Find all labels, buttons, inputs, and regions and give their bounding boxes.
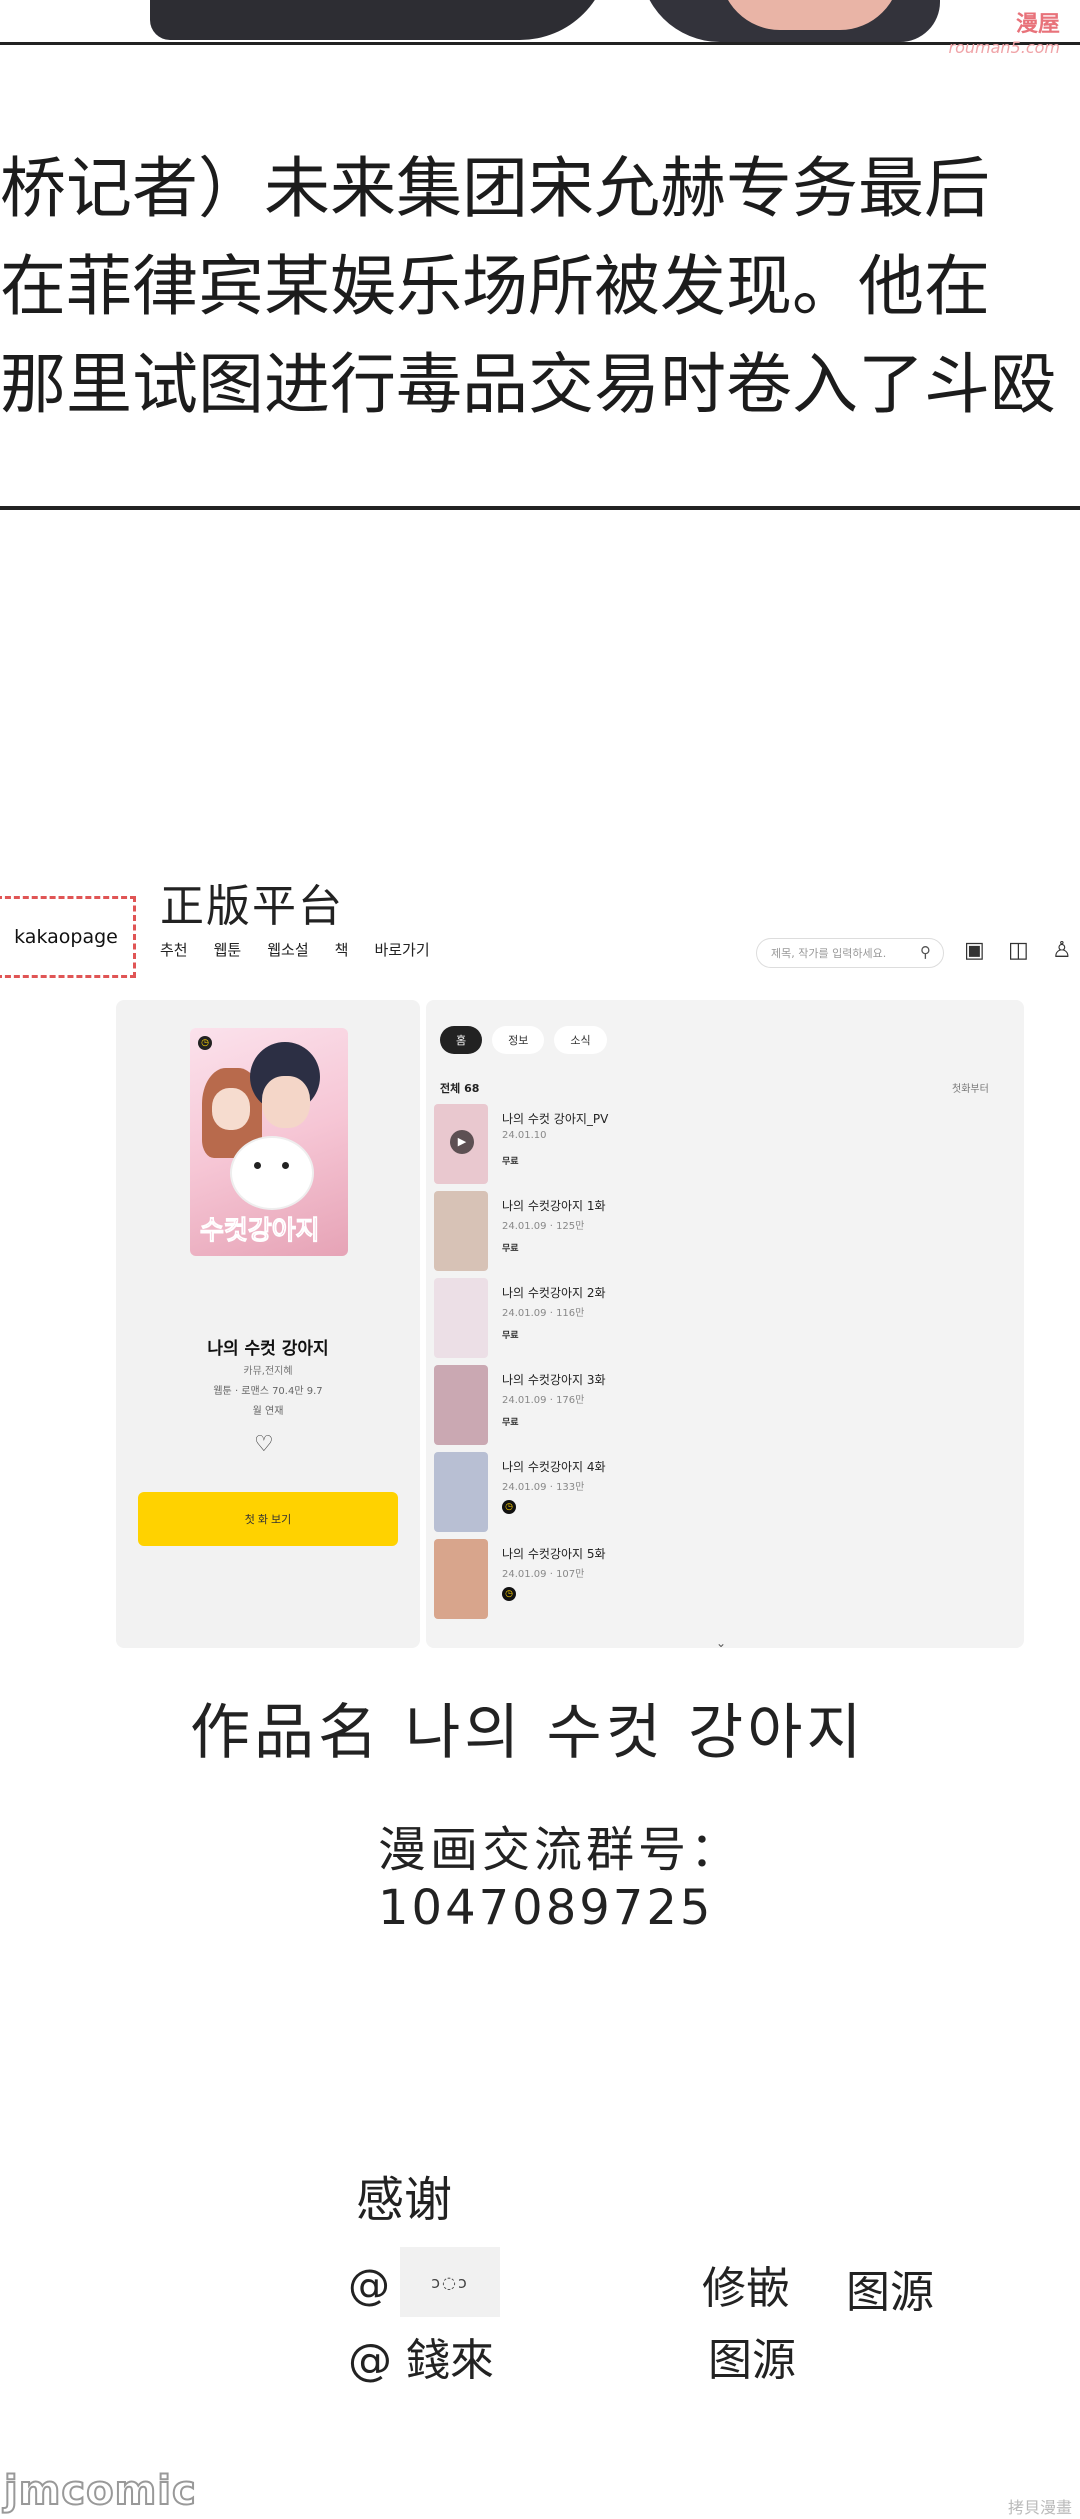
narration-line: 在菲律宾某娱乐场所被发现。他在 xyxy=(0,248,990,325)
group-label: 漫画交流群号： xyxy=(378,1822,743,1878)
heart-icon[interactable]: ♡ xyxy=(254,1432,274,1457)
group-number: 1047089725 xyxy=(378,1880,714,1936)
search-placeholder: 제목, 작가를 입력하세요. xyxy=(771,947,887,960)
search-input[interactable]: 제목, 작가를 입력하세요. ⚲ xyxy=(756,938,944,968)
episode-thumbnail xyxy=(434,1539,488,1619)
cover-title-art: 수컷강아지 xyxy=(200,1216,321,1247)
read-first-episode-button[interactable]: 첫 화 보기 xyxy=(138,1492,398,1546)
episode-tag: 무료 xyxy=(502,1244,519,1254)
tab-news[interactable]: 소식 xyxy=(554,1026,607,1054)
episode-date: 24.01.09 · 133만 xyxy=(502,1482,585,1493)
episode-tag: 무료 xyxy=(502,1418,519,1428)
episode-thumbnail xyxy=(434,1452,488,1532)
credit-name-image: ↄ◌ↄ xyxy=(400,2247,500,2317)
episode-total: 전체 68 xyxy=(440,1082,480,1095)
episode-row[interactable]: 나의 수컷강아지 1화 24.01.09 · 125만 무료 xyxy=(432,1191,1012,1278)
episode-name: 나의 수컷강아지 4화 xyxy=(502,1460,606,1474)
episode-name: 나의 수컷강아지 3화 xyxy=(502,1373,606,1387)
tab-home[interactable]: 홈 xyxy=(440,1026,483,1054)
episode-tag: 무료 xyxy=(502,1157,519,1167)
narration-text: 桥记者）未来集团宋允赫专务最后 在菲律宾某娱乐场所被发现。他在 那里试图进行毒品… xyxy=(0,140,1080,434)
credit-at: @ xyxy=(348,2260,390,2309)
work-author: 카뮤,전지혜 xyxy=(243,1366,293,1377)
episode-tabs: 홈 정보 소식 xyxy=(440,1026,607,1054)
thanks-heading: 感谢 xyxy=(356,2172,453,2228)
episode-row[interactable]: 나의 수컷강아지 4화 24.01.09 · 133만 ◷ xyxy=(432,1452,1012,1539)
episode-date: 24.01.09 · 107만 xyxy=(502,1569,585,1580)
wait-free-icon: ◷ xyxy=(198,1036,212,1050)
comic-panel-top xyxy=(0,0,1080,45)
nav-item-shortcut[interactable]: 바로가기 xyxy=(374,939,429,960)
episode-name: 나의 수컷강아지 5화 xyxy=(502,1547,606,1561)
episode-thumbnail xyxy=(434,1191,488,1271)
narration-line: 那里试图进行毒品交易时卷入了斗殴 xyxy=(0,346,1056,423)
platform-title: 正版平台 xyxy=(160,881,344,932)
cover-image[interactable]: ◷ 수컷강아지 xyxy=(190,1028,348,1256)
watermark-line1: 漫屋 xyxy=(1015,12,1060,37)
episode-row[interactable]: 나의 수컷강아지 2화 24.01.09 · 116만 무료 xyxy=(432,1278,1012,1365)
episode-date: 24.01.09 · 176만 xyxy=(502,1395,585,1406)
work-title: 나의 수컷 강아지 xyxy=(207,1339,329,1359)
credit-name: @ 錢來 xyxy=(348,2335,494,2386)
episode-list: 나의 수컷 강아지_PV 24.01.10 무료 나의 수컷강아지 1화 24.… xyxy=(432,1104,1012,1626)
episode-row[interactable]: 나의 수컷강아지 5화 24.01.09 · 107만 ◷ xyxy=(432,1539,1012,1626)
nav-item-webnovel[interactable]: 웹소설 xyxy=(267,939,308,960)
watermark-line2: rouman5.com xyxy=(948,38,1060,57)
jmcomic-logo: jmcomic xyxy=(3,2467,197,2515)
episode-date: 24.01.09 · 125만 xyxy=(502,1221,585,1232)
footer-watermark: 拷貝漫畫 xyxy=(1007,2498,1072,2517)
episode-tag: 무료 xyxy=(502,1331,519,1341)
logo-text: kakaopage xyxy=(14,926,118,948)
box-icon[interactable]: ▣ xyxy=(964,938,985,963)
work-name-label: 作品名 나의 수컷 강아지 xyxy=(190,1698,866,1768)
wait-free-icon: ◷ xyxy=(502,1587,516,1601)
nav-item-recommend[interactable]: 추천 xyxy=(160,939,188,960)
book-icon[interactable]: ◫ xyxy=(1008,938,1029,963)
kakaopage-logo[interactable]: kakaopage xyxy=(0,896,136,978)
chevron-down-icon[interactable]: ⌄ xyxy=(716,1636,726,1650)
user-icon[interactable]: ♙ xyxy=(1052,938,1072,963)
work-meta: 웹툰 · 로맨스 70.4만 9.7 xyxy=(213,1386,323,1397)
episode-name: 나의 수컷강아지 2화 xyxy=(502,1286,606,1300)
episode-row[interactable]: 나의 수컷 강아지_PV 24.01.10 무료 xyxy=(432,1104,1012,1191)
sort-toggle[interactable]: 첫화부터 xyxy=(952,1080,989,1095)
search-icon[interactable]: ⚲ xyxy=(920,943,931,961)
episode-date: 24.01.10 xyxy=(502,1130,547,1141)
tab-info[interactable]: 정보 xyxy=(492,1026,545,1054)
episode-thumbnail xyxy=(434,1365,488,1445)
nav-item-webtoon[interactable]: 웹툰 xyxy=(214,939,242,960)
credit-role: 图源 xyxy=(708,2335,796,2386)
wait-free-icon: ◷ xyxy=(502,1500,516,1514)
nav-item-book[interactable]: 책 xyxy=(335,939,349,960)
credit-role: 图源 xyxy=(846,2267,934,2318)
episode-thumbnail xyxy=(434,1104,488,1184)
episode-row[interactable]: 나의 수컷강아지 3화 24.01.09 · 176만 무료 xyxy=(432,1365,1012,1452)
episode-name: 나의 수컷강아지 1화 xyxy=(502,1199,606,1213)
episode-thumbnail xyxy=(434,1278,488,1358)
panel-border xyxy=(0,506,1080,510)
main-nav: 추천 웹툰 웹소설 책 바로가기 xyxy=(160,939,430,960)
narration-line: 桥记者）未来集团宋允赫专务最后 xyxy=(0,150,990,227)
episode-date: 24.01.09 · 116만 xyxy=(502,1308,585,1319)
episode-name: 나의 수컷 강아지_PV xyxy=(502,1112,609,1126)
site-watermark: 漫屋 rouman5.com xyxy=(949,6,1060,57)
work-status: 월 연재 xyxy=(252,1406,284,1417)
credit-role: 修嵌 xyxy=(702,2263,790,2314)
